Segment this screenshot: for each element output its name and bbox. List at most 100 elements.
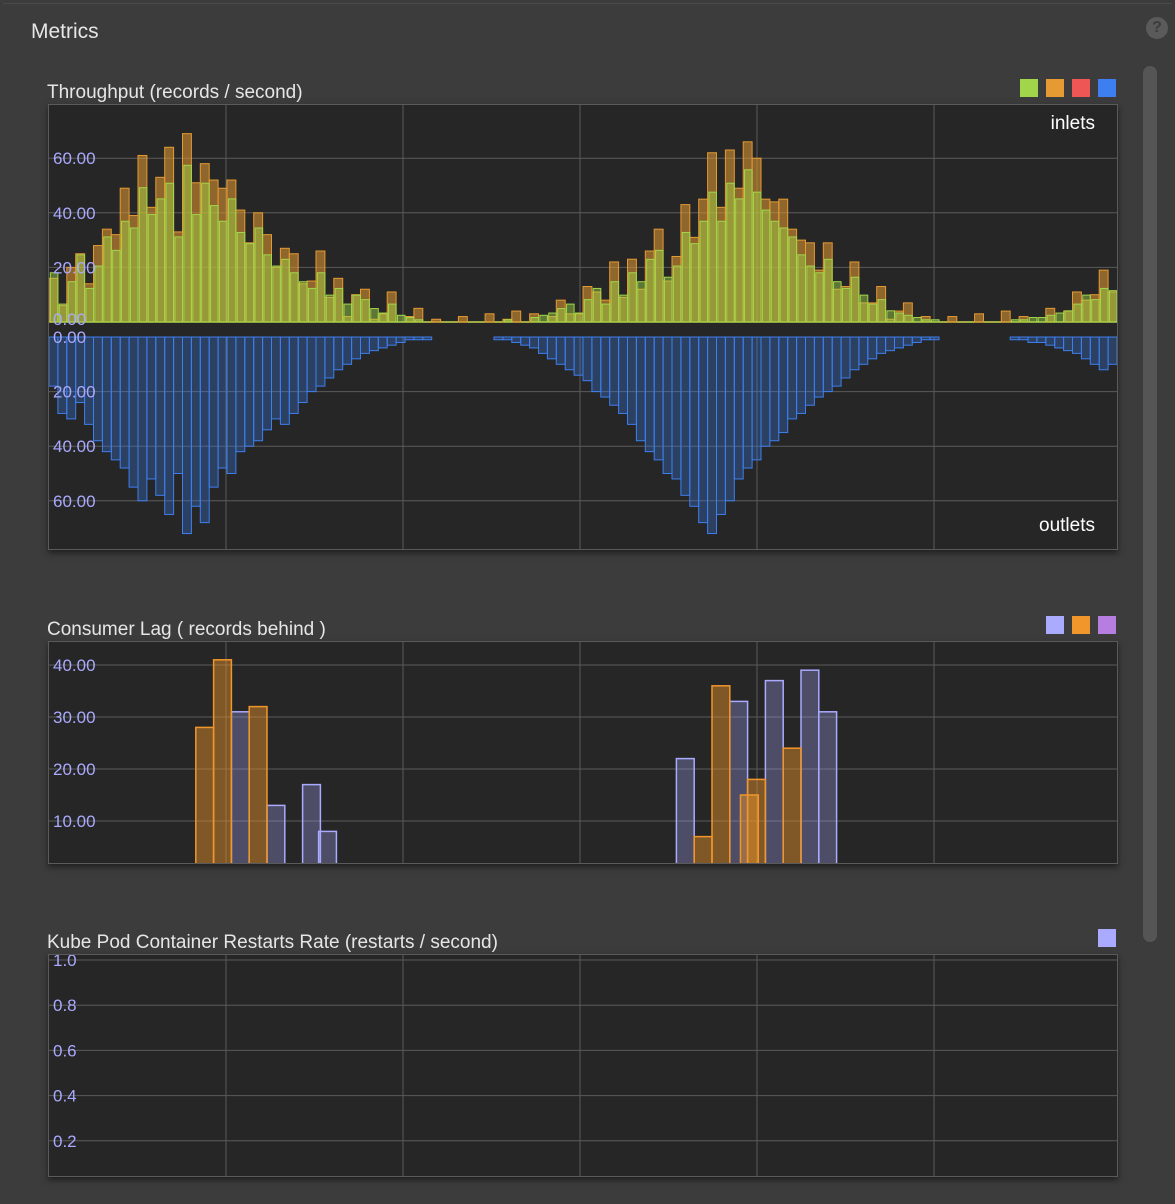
inlets-bar-green (1064, 310, 1073, 323)
outlets-bar (787, 336, 798, 420)
outlets-bar (1063, 336, 1073, 352)
outlets-bar (520, 336, 531, 346)
scrollbar-thumb[interactable] (1143, 66, 1157, 942)
outlets-bar (662, 336, 673, 474)
inlets-bar-green (156, 198, 166, 323)
outlets-bar (609, 336, 620, 406)
inlets-bar-orange (484, 313, 495, 323)
outlets-bar (217, 336, 228, 469)
inlets-bar-green (1100, 287, 1109, 323)
inlets-bar-green (254, 227, 264, 323)
inlets-bar-green (85, 287, 95, 323)
outlets-bar (831, 336, 842, 387)
metrics-panel: Metrics ? Throughput (records / second) … (3, 3, 1172, 1198)
inlets-bar-green (1055, 312, 1065, 323)
legend-swatch-lavender[interactable] (1046, 616, 1064, 634)
outlets-bar (529, 336, 540, 349)
inlets-bar-green (361, 299, 370, 323)
inlets-bar-green (815, 272, 824, 323)
lag-bar (675, 757, 695, 863)
lag-bar (764, 679, 784, 863)
outlets-bar (128, 336, 139, 488)
inlets-bar-green (610, 281, 620, 323)
outlets-bar (716, 336, 726, 515)
inlets-bar-green (868, 303, 878, 323)
outlets-bar (813, 336, 824, 398)
inlets-bar-green (824, 258, 833, 323)
throughput-plot[interactable]: 60.00 40.00 20.00 0.00 0.00 20.00 40.00 60.00 in… (48, 104, 1118, 550)
inlets-bar-orange (431, 318, 442, 323)
inlets-bar-green (566, 303, 575, 323)
outlets-bar (395, 336, 406, 343)
axis-separator (49, 322, 1117, 337)
legend-swatch-blue[interactable] (1098, 79, 1116, 97)
outlets-bar (582, 336, 593, 382)
inlets-bar-green (147, 214, 157, 323)
inlets-bar-green (1082, 294, 1091, 323)
inlets-bar-green (726, 182, 735, 323)
inlets-bar-green (557, 308, 566, 323)
y-tick-label: 0.00 (53, 328, 86, 347)
outlets-bar (796, 336, 806, 414)
inlets-bar-green (334, 287, 344, 323)
legend-swatch-orange[interactable] (1046, 79, 1064, 97)
outlets-bar (555, 336, 566, 365)
y-tick-label: 20.00 (53, 258, 96, 277)
lag-bar (818, 711, 838, 863)
inlets-bar-green (192, 214, 201, 323)
inlets-bar-green (913, 317, 922, 323)
outlets-bar (422, 336, 433, 341)
outlets-bar (66, 336, 77, 420)
metrics-scroll-area[interactable]: Throughput (records / second) 60.00 40.00… (3, 4, 1175, 1204)
inlets-bar-green (735, 198, 744, 323)
outlets-bar (618, 336, 628, 414)
lag-chart-title: Consumer Lag ( records behind ) (47, 619, 326, 640)
outlets-bar (271, 336, 281, 420)
inlets-bar-green (290, 272, 299, 323)
outlets-bar (671, 336, 682, 480)
inlets-bar-green (797, 254, 806, 323)
inlets-bar-green (379, 312, 388, 323)
outlets-bar (351, 336, 362, 360)
outlets-bar (760, 336, 771, 447)
inlets-bar-green (530, 317, 539, 323)
inlets-bar-green (859, 294, 869, 323)
lag-plot[interactable]: 40.0030.0020.0010.000.00 (48, 641, 1118, 864)
legend-swatch-orange[interactable] (1072, 616, 1090, 634)
inlets-bar-green (601, 303, 611, 323)
inlets-bar-green (352, 294, 361, 323)
outlets-bar (279, 336, 290, 425)
inlets-bar-green (281, 258, 290, 323)
inlets-bar-green (770, 220, 780, 323)
legend-swatch-red[interactable] (1072, 79, 1090, 97)
inlets-bar-green (841, 287, 851, 323)
inlets-bar-green (752, 191, 762, 323)
outlets-bar (591, 336, 602, 393)
inlets-bar-green (307, 287, 317, 323)
restarts-plot[interactable]: 1.00.80.60.40.20.0 (48, 954, 1118, 1177)
inlets-bar-green (1108, 290, 1117, 323)
lag-bar (693, 835, 713, 863)
inlets-bar-green (806, 265, 815, 323)
inlets-bar-orange (511, 310, 522, 323)
legend-swatch-purple[interactable] (1098, 616, 1116, 634)
y-tick-label: 0.6 (53, 1041, 77, 1060)
outlets-bar (885, 336, 895, 352)
outlets-bar (1027, 336, 1038, 343)
lag-bar (711, 685, 731, 863)
inlets-bar-green (1011, 319, 1020, 323)
outlets-bar (778, 336, 789, 434)
outlets-bar (733, 336, 744, 480)
legend-swatch-green[interactable] (1020, 79, 1038, 97)
inlets-bar-green (1073, 303, 1082, 323)
lag-bar (800, 669, 820, 863)
outlets-bar (253, 336, 264, 442)
inlets-bar-green (218, 220, 228, 323)
outlets-bar (360, 336, 370, 354)
legend-swatch-lavender[interactable] (1098, 929, 1116, 947)
restarts-legend (1098, 929, 1116, 947)
y-tick-label: 0.00 (53, 310, 86, 329)
outlets-bar (342, 336, 353, 365)
y-tick-label: 0.4 (53, 1087, 77, 1106)
y-tick-label: 0.2 (53, 1132, 77, 1151)
